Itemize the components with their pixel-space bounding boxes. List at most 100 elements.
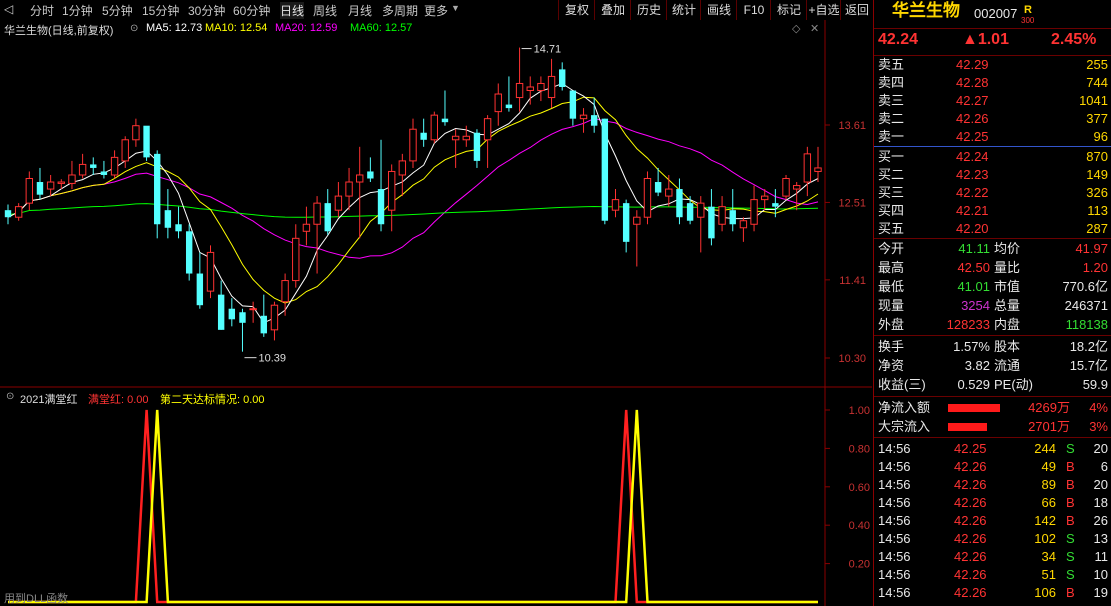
ask-row[interactable]: 卖三 42.27 1041 [874,92,1111,110]
tick-direction: S [1066,567,1075,582]
toolbar-button[interactable]: 画线 [700,0,737,20]
ask-price: 42.26 [956,111,989,126]
tick-direction: B [1066,585,1075,600]
flow-label: 大宗流入 [878,419,931,434]
tick-volume: 142 [1034,513,1056,528]
stock-code: 002007 [974,6,1018,21]
toolbar-button[interactable]: 返回 [840,0,873,20]
fund-value: 18.2亿 [1069,339,1108,354]
period-tab[interactable]: 日线 [280,2,305,19]
bid-label: 买四 [878,203,905,218]
ask-label: 卖五 [878,57,905,72]
bid-row[interactable]: 买三 42.22 326 [874,184,1111,202]
ask-row[interactable]: 卖二 42.26 377 [874,110,1111,128]
last-price: 42.24 [878,31,919,48]
toolbar-button[interactable]: 历史 [630,0,667,20]
candlestick-chart[interactable]: 13.61 12.51 11.41 10.30 14.71 10.39 [0,20,872,388]
toolbar-button[interactable]: 复权 [558,0,595,20]
ma20-label: MA20: 12.59 [275,22,338,34]
indicator-axis-tick: 0.60 [849,482,870,494]
indicator-axis-tick: 0.40 [849,520,870,532]
stats-row: 今开 41.11 均价 41.97 [874,240,1111,258]
back-icon[interactable]: ◁ [4,2,13,16]
bid-volume: 149 [1086,167,1108,182]
stat-label: 今开 [878,241,905,256]
fund-label: 换手 [878,339,905,354]
period-tab[interactable]: 60分钟 [233,2,270,19]
ask-label: 卖四 [878,75,905,90]
price-axis-tick: 10.30 [838,353,866,365]
toolbar-button[interactable]: 统计 [666,0,701,20]
stat-value: 41.01 [957,279,990,294]
diamond-icon[interactable]: ◇ [792,22,800,35]
tick-time: 14:56 [878,549,911,564]
tick-count: 6 [1100,459,1108,474]
stat-value: 41.11 [958,241,990,256]
stat-label: 总量 [994,298,1021,313]
candle [430,111,439,144]
tick-count: 11 [1094,549,1109,564]
indicator-dropdown-icon[interactable]: ⊙ [6,391,14,402]
ask-row[interactable]: 卖四 42.28 744 [874,74,1111,92]
tick-row: 14:56 42.26 34 S 11 [874,548,1111,566]
period-tab[interactable]: 月线 [348,2,372,19]
period-tab[interactable]: 周线 [313,2,337,19]
period-tab[interactable]: 分时 [30,2,54,19]
ask-label: 卖一 [878,129,905,144]
ask-price: 42.29 [956,57,989,72]
fund-label: 股本 [994,339,1021,354]
period-tab[interactable]: 30分钟 [188,2,225,19]
bid-row[interactable]: 买五 42.20 287 [874,220,1111,238]
chevron-down-icon[interactable]: ⊙ [130,23,138,34]
flow-pct: 3% [1089,419,1108,434]
stat-label: 现量 [878,298,905,313]
tick-row: 14:56 42.26 102 S 13 [874,530,1111,548]
period-tab[interactable]: 1分钟 [62,2,93,19]
bid-price: 42.23 [956,167,989,182]
chevron-down-icon[interactable]: ▼ [451,3,460,13]
period-tab[interactable]: 更多 [424,2,448,19]
ask-price: 42.28 [956,75,989,90]
indicator-axis-tick: 1.00 [849,405,870,417]
tick-direction: B [1066,477,1075,492]
candle [143,125,150,161]
tick-count: 20 [1093,477,1108,492]
stock-header: 华兰生物 002007 R 300 [874,2,1111,26]
period-tab[interactable]: 15分钟 [142,2,179,19]
bid-label: 买一 [878,149,905,164]
fund-label: 流通 [994,358,1021,373]
period-tab[interactable]: 5分钟 [102,2,133,19]
stats-row: 外盘 128233 内盘 118138 [874,316,1111,334]
indicator-axis-tick: 0.80 [849,443,870,455]
tick-count: 18 [1093,495,1108,510]
ask-row[interactable]: 卖一 42.25 96 [874,128,1111,146]
tick-price: 42.26 [954,549,987,564]
fund-value: 0.529 [957,377,990,392]
period-tab[interactable]: 多周期 [382,2,418,19]
ask-row[interactable]: 卖五 42.29 255 [874,56,1111,74]
flow-pct: 4% [1089,400,1108,415]
stats-row: 最高 42.50 量比 1.20 [874,259,1111,277]
ma10-label: MA10: 12.54 [205,22,268,34]
stat-value: 42.50 [957,260,990,275]
tick-volume: 106 [1034,585,1056,600]
stat-label: 量比 [994,260,1021,275]
stat-label: 市值 [994,279,1021,294]
tick-direction: S [1066,531,1075,546]
toolbar-button[interactable]: F10 [736,0,771,20]
toolbar-button[interactable]: 标记 [770,0,807,20]
bid-price: 42.24 [956,149,989,164]
fund-label: PE(动) [994,377,1034,392]
toolbar-button[interactable]: 叠加 [594,0,631,20]
bid-volume: 287 [1086,221,1108,236]
close-icon[interactable]: ✕ [810,22,819,35]
tick-direction: B [1066,459,1075,474]
low-price-label: 10.39 [258,353,286,365]
bid-row[interactable]: 买四 42.21 113 [874,202,1111,220]
tick-direction: B [1066,495,1075,510]
bid-volume: 326 [1086,185,1108,200]
bid-row[interactable]: 买二 42.23 149 [874,166,1111,184]
indicator-chart[interactable]: 1.00 0.80 0.60 0.40 0.20 [0,388,872,606]
toolbar-button[interactable]: +自选 [806,0,841,20]
bid-row[interactable]: 买一 42.24 870 [874,148,1111,166]
